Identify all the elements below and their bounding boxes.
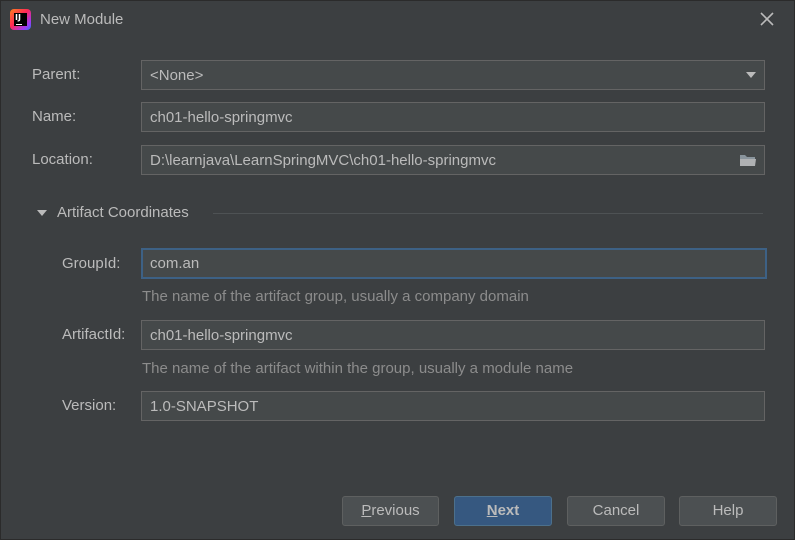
cancel-button[interactable]: Cancel [567, 496, 665, 526]
chevron-down-icon [746, 72, 756, 78]
close-icon[interactable] [757, 9, 777, 29]
previous-button[interactable]: Previous [342, 496, 439, 526]
previous-mnemonic: P [361, 502, 372, 519]
version-label: Version: [62, 397, 117, 414]
section-divider [213, 213, 763, 214]
intellij-idea-icon: IJ [10, 9, 31, 30]
next-label: ext [497, 502, 520, 519]
artifactid-hint: The name of the artifact within the grou… [142, 360, 574, 377]
name-label: Name: [32, 108, 77, 125]
location-value: D:\learnjava\LearnSpringMVC\ch01-hello-s… [150, 152, 496, 169]
next-button[interactable]: Next [454, 496, 552, 526]
parent-dropdown[interactable]: <None> [141, 60, 765, 90]
folder-icon[interactable] [739, 153, 757, 167]
parent-value: <None> [150, 67, 204, 84]
groupid-field[interactable]: com.an [141, 248, 767, 279]
next-mnemonic: N [486, 502, 498, 519]
artifactid-field[interactable]: ch01-hello-springmvc [141, 320, 765, 350]
version-field[interactable]: 1.0-SNAPSHOT [141, 391, 765, 421]
previous-label: revious [371, 502, 420, 519]
location-field[interactable]: D:\learnjava\LearnSpringMVC\ch01-hello-s… [141, 145, 765, 175]
parent-label: Parent: [32, 66, 81, 83]
section-title: Artifact Coordinates [57, 204, 189, 221]
new-module-dialog: IJ New Module Parent: <None> Name: ch01-… [0, 0, 795, 540]
title-bar: IJ New Module [1, 1, 794, 39]
groupid-label: GroupId: [62, 255, 121, 272]
artifact-coordinates-section[interactable]: Artifact Coordinates [35, 204, 763, 224]
location-label: Location: [32, 151, 93, 168]
name-field[interactable]: ch01-hello-springmvc [141, 102, 765, 132]
triangle-down-icon[interactable] [37, 210, 47, 216]
dialog-title: New Module [40, 11, 124, 28]
artifactid-label: ArtifactId: [62, 326, 126, 343]
groupid-hint: The name of the artifact group, usually … [142, 288, 529, 305]
help-button[interactable]: Help [679, 496, 777, 526]
